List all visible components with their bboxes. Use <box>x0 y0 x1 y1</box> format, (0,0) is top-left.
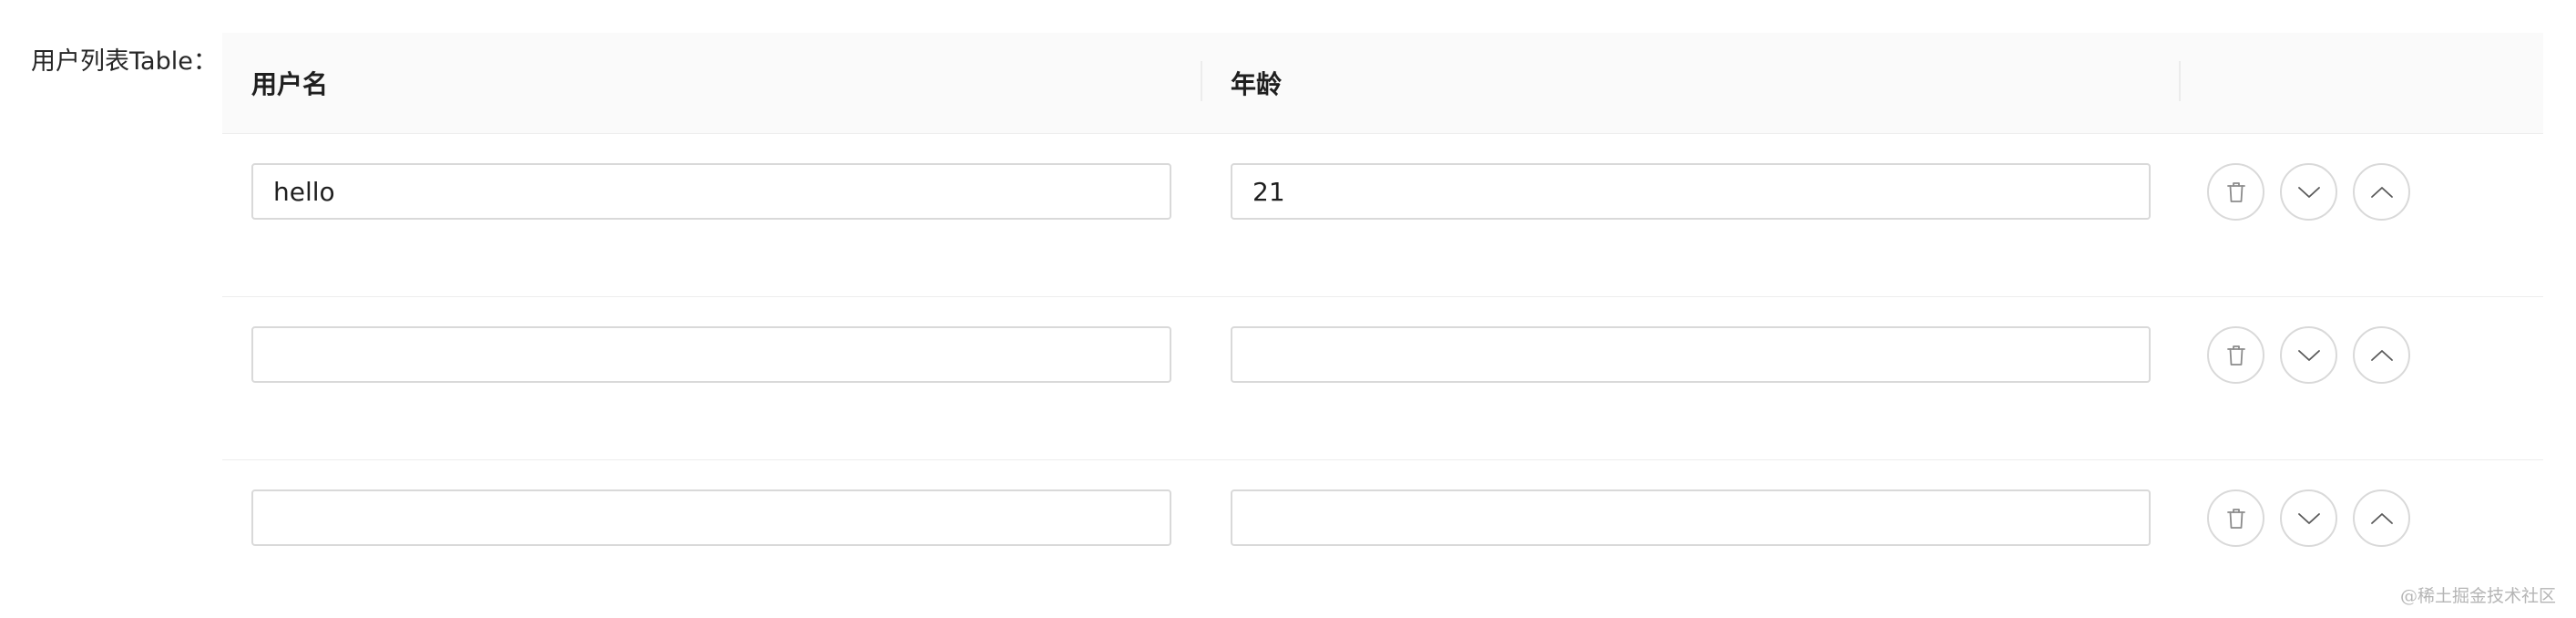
table-row <box>222 460 2543 618</box>
column-divider <box>1201 61 1202 101</box>
age-input[interactable] <box>1231 326 2151 383</box>
trash-icon <box>2225 507 2247 530</box>
move-down-button[interactable] <box>2280 326 2337 384</box>
delete-row-button[interactable] <box>2207 326 2264 384</box>
row-actions <box>2207 326 2410 384</box>
delete-row-button[interactable] <box>2207 489 2264 547</box>
trash-icon <box>2225 344 2247 367</box>
delete-row-button[interactable] <box>2207 163 2264 221</box>
username-input[interactable] <box>251 489 1171 546</box>
watermark: @稀土掘金技术社区 <box>2399 586 2556 606</box>
column-header-username: 用户名 <box>251 69 329 99</box>
age-input[interactable] <box>1231 163 2151 220</box>
move-up-button[interactable] <box>2353 489 2410 547</box>
page: 用户列表Table： 用户名 年龄 hello 21 @稀土掘金技术社区 <box>0 0 2576 618</box>
chevron-up-icon <box>2370 185 2394 200</box>
age-input[interactable] <box>1231 489 2151 546</box>
trash-icon <box>2225 180 2247 204</box>
form-item-label: 用户列表Table： <box>31 47 218 76</box>
chevron-up-icon <box>2370 511 2394 526</box>
chevron-up-icon <box>2370 348 2394 363</box>
table-row <box>222 297 2543 460</box>
move-down-button[interactable] <box>2280 489 2337 547</box>
chevron-down-icon <box>2297 511 2321 526</box>
table-row <box>222 134 2543 297</box>
username-input[interactable] <box>251 163 1171 220</box>
table-header: 用户名 年龄 <box>222 33 2543 134</box>
username-input[interactable] <box>251 326 1171 383</box>
chevron-down-icon <box>2297 348 2321 363</box>
user-list-table: 用户名 年龄 <box>222 33 2543 618</box>
move-up-button[interactable] <box>2353 326 2410 384</box>
move-up-button[interactable] <box>2353 163 2410 221</box>
column-divider <box>2179 61 2181 101</box>
chevron-down-icon <box>2297 185 2321 200</box>
row-actions <box>2207 489 2410 547</box>
column-header-age: 年龄 <box>1231 69 1283 99</box>
row-actions <box>2207 163 2410 221</box>
move-down-button[interactable] <box>2280 163 2337 221</box>
